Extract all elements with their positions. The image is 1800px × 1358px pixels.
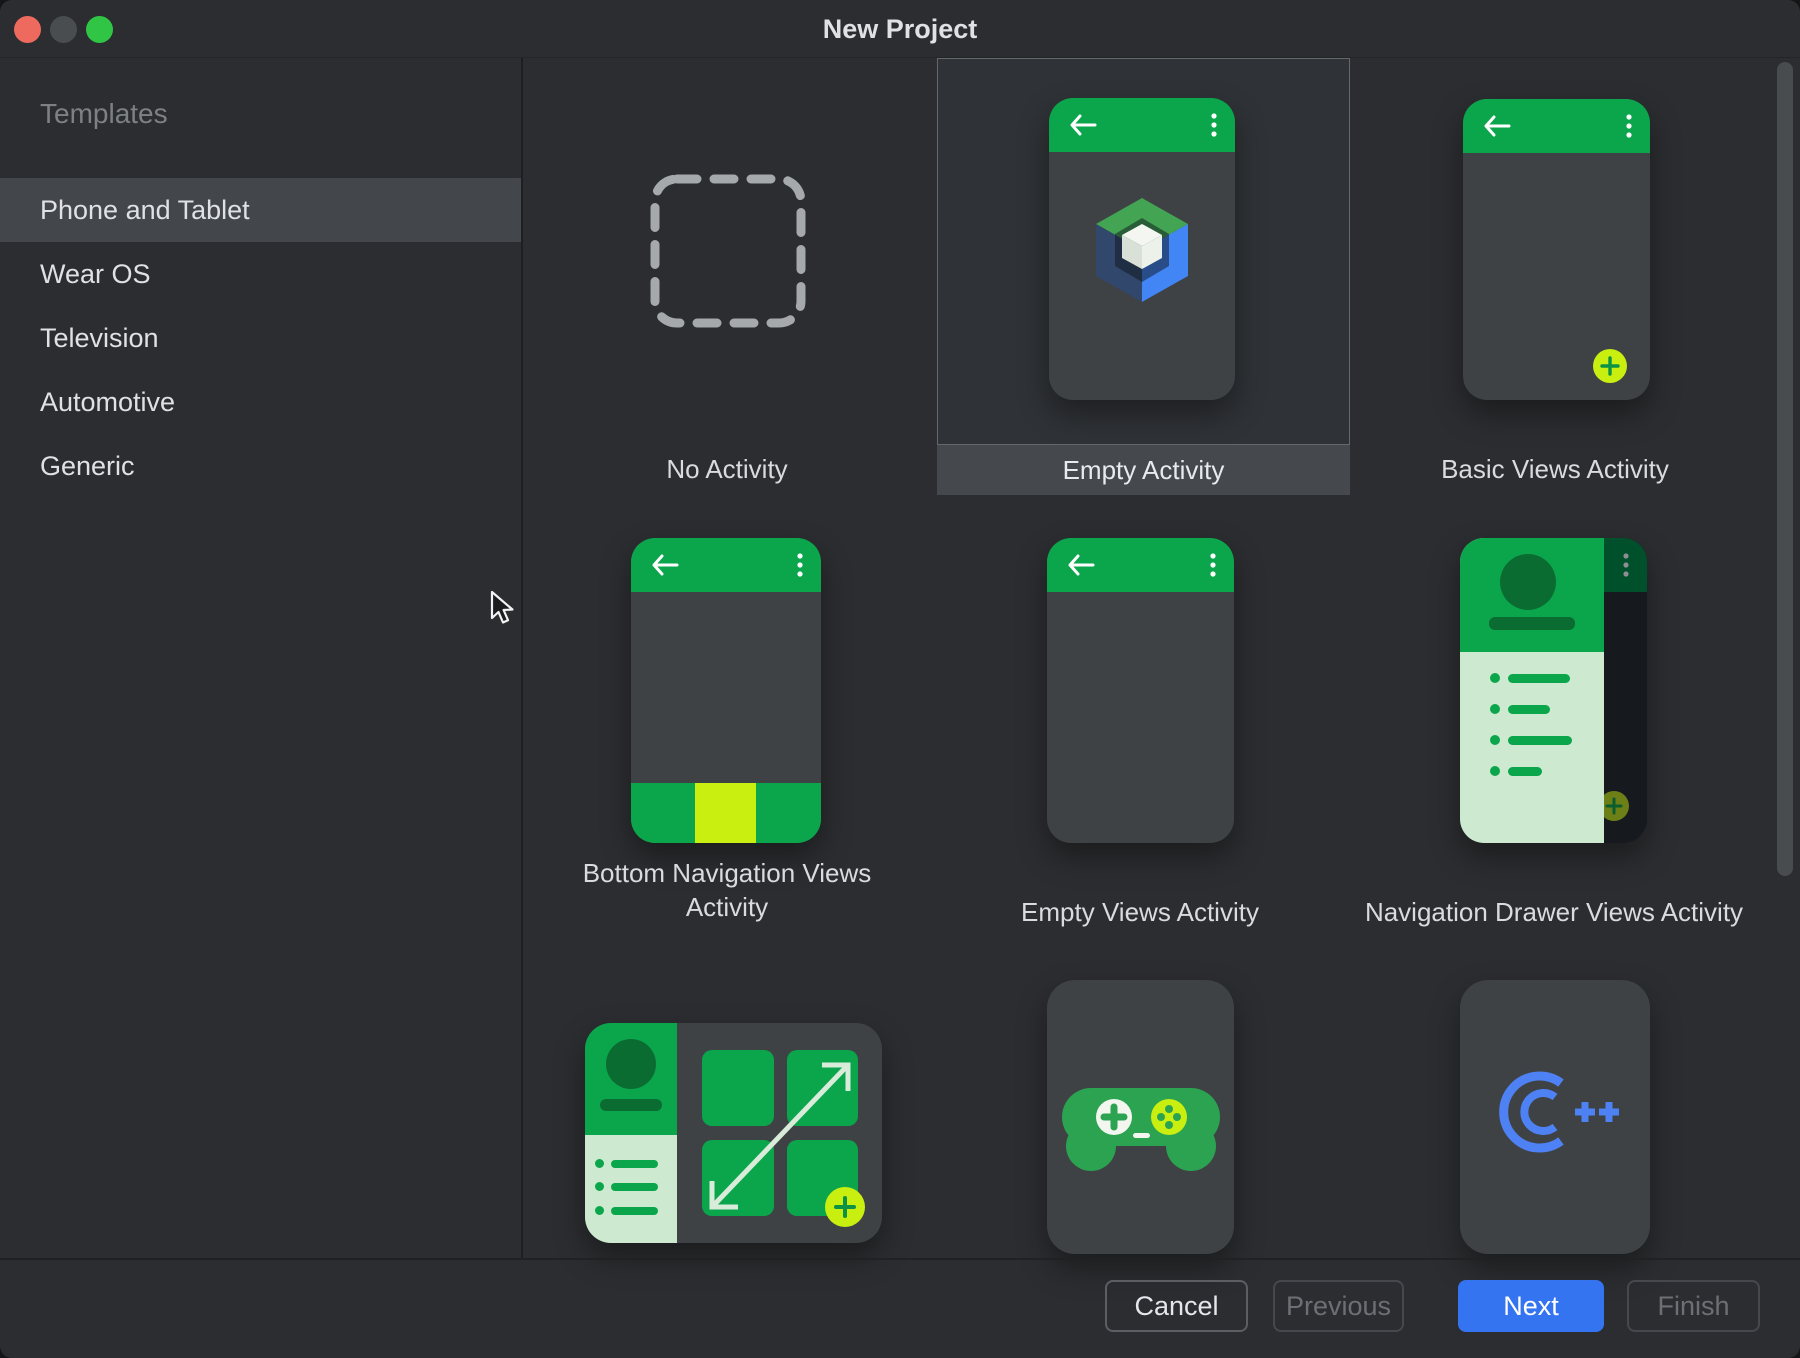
navigation-drawer-views-mockup[interactable]	[1460, 538, 1647, 843]
sidebar-item-automotive[interactable]: Automotive	[0, 370, 521, 434]
drawer-menu-dot	[595, 1206, 604, 1215]
drawer-menu-dot	[1490, 704, 1500, 714]
drawer-username-bar	[1489, 617, 1575, 630]
kebab-menu-icon	[797, 553, 803, 577]
card-label-bottom-navigation[interactable]: Bottom Navigation Views Activity	[567, 856, 887, 924]
navigation-drawer	[1460, 538, 1604, 843]
card-label-navigation-drawer[interactable]: Navigation Drawer Views Activity	[1344, 895, 1764, 929]
drawer-menu-line	[1508, 674, 1570, 683]
bottom-navigation-views-mockup[interactable]	[631, 538, 821, 843]
drawer-username-bar	[600, 1099, 662, 1111]
titlebar-divider	[0, 57, 1800, 58]
jetpack-compose-logo	[1082, 190, 1202, 310]
back-arrow-icon	[1483, 114, 1513, 138]
empty-activity-mockup[interactable]	[1049, 98, 1235, 400]
no-activity-icon[interactable]	[648, 172, 808, 330]
kebab-menu-icon	[1211, 113, 1217, 137]
drawer-menu-line	[611, 1183, 658, 1191]
previous-button[interactable]: Previous	[1273, 1280, 1404, 1332]
drawer-menu-line	[1508, 767, 1542, 776]
card-label-no-activity[interactable]: No Activity	[560, 452, 894, 486]
empty-views-activity-mockup[interactable]	[1047, 538, 1234, 843]
new-project-dialog: New Project Templates Phone and Tablet W…	[0, 0, 1800, 1358]
fab-plus-icon	[1593, 349, 1627, 383]
drawer-menu-line	[611, 1207, 658, 1215]
native-cpp-mockup[interactable]	[1460, 980, 1650, 1254]
drawer-menu-dot	[1490, 735, 1500, 745]
responsive-views-mockup[interactable]	[585, 1023, 882, 1243]
drawer-menu-dot	[595, 1182, 604, 1191]
game-activity-mockup[interactable]	[1047, 980, 1234, 1254]
bottom-nav-selected-tab	[695, 783, 756, 843]
back-arrow-icon	[1069, 113, 1099, 137]
sidebar-item-phone-and-tablet[interactable]: Phone and Tablet	[0, 178, 521, 242]
back-arrow-icon	[1067, 553, 1097, 577]
card-label-basic-views[interactable]: Basic Views Activity	[1380, 452, 1730, 486]
game-controller-icon	[1061, 1086, 1221, 1181]
title-bar: New Project	[0, 0, 1800, 58]
drawer-menu-line	[1508, 736, 1572, 745]
drawer-menu-line	[1508, 705, 1550, 714]
sidebar-item-television[interactable]: Television	[0, 306, 521, 370]
drawer-avatar	[1500, 554, 1556, 610]
drawer-menu-dot	[595, 1159, 604, 1168]
drawer-avatar	[606, 1039, 656, 1089]
kebab-menu-icon	[1626, 114, 1632, 138]
footer-divider	[0, 1258, 1800, 1260]
sidebar-divider	[521, 58, 523, 1258]
kebab-menu-icon	[1623, 553, 1629, 577]
basic-views-activity-mockup[interactable]	[1463, 99, 1650, 400]
sidebar-header: Templates	[40, 98, 168, 130]
dialog-title: New Project	[0, 0, 1800, 58]
card-label-empty-views[interactable]: Empty Views Activity	[960, 895, 1320, 929]
kebab-menu-icon	[1210, 553, 1216, 577]
back-arrow-icon	[651, 553, 681, 577]
cpp-logo-icon	[1495, 1062, 1625, 1162]
card-label-empty-activity[interactable]: Empty Activity	[937, 445, 1350, 495]
sidebar-item-generic[interactable]: Generic	[0, 434, 521, 498]
mouse-cursor	[490, 590, 522, 626]
drawer-menu-dot	[1490, 673, 1500, 683]
vertical-scrollbar-thumb[interactable]	[1777, 62, 1793, 876]
drawer-menu-dot	[1490, 766, 1500, 776]
bottom-nav-bar	[631, 783, 821, 843]
finish-button[interactable]: Finish	[1627, 1280, 1760, 1332]
fab-plus-icon	[825, 1187, 865, 1227]
sidebar-item-wear-os[interactable]: Wear OS	[0, 242, 521, 306]
cancel-button[interactable]: Cancel	[1105, 1280, 1248, 1332]
next-button[interactable]: Next	[1458, 1280, 1604, 1332]
drawer-menu-line	[611, 1160, 658, 1168]
